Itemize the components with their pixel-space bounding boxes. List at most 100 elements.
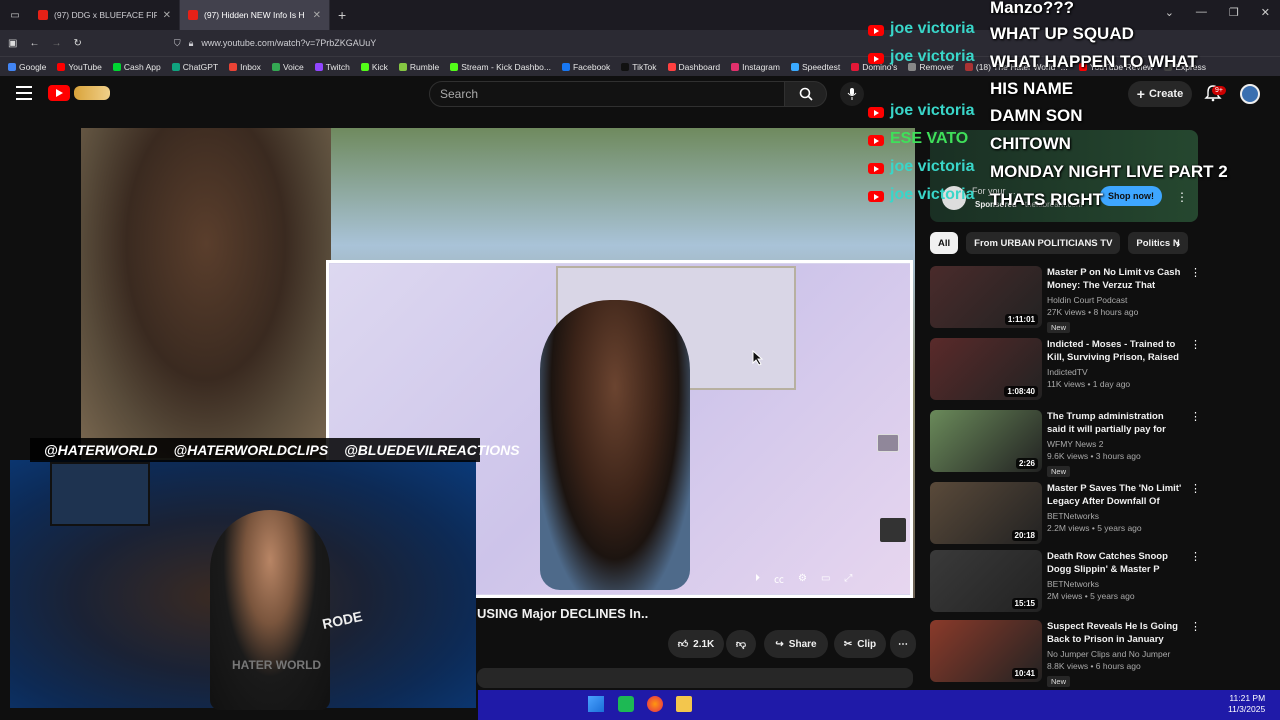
channel-name[interactable]: Holdin Court Podcast bbox=[1047, 295, 1185, 305]
captions-icon[interactable]: ㏄ bbox=[774, 571, 784, 586]
bookmark-item[interactable]: Dashboard bbox=[667, 62, 720, 72]
back-icon[interactable]: ← bbox=[29, 38, 39, 49]
channel-watermark-icon[interactable] bbox=[880, 518, 906, 542]
close-tab-icon[interactable]: ✕ bbox=[163, 10, 171, 21]
video-thumbnail[interactable]: 10:41 bbox=[930, 620, 1042, 682]
video-title[interactable]: Suspect Reveals He Is Going Back to Pris… bbox=[1047, 620, 1185, 646]
windows-start-icon[interactable] bbox=[588, 696, 604, 712]
streamer-image bbox=[210, 510, 330, 710]
bookmark-favicon-icon bbox=[229, 62, 238, 71]
dislike-button[interactable]: 👎︎ bbox=[726, 630, 756, 658]
video-title[interactable]: The Trump administration said it will pa… bbox=[1047, 410, 1185, 436]
url-text[interactable]: www.youtube.com/watch?v=7PrbZKGAUuY bbox=[201, 38, 376, 48]
youtube-chat-icon bbox=[868, 135, 884, 146]
channel-name[interactable]: IndictedTV bbox=[1047, 367, 1185, 377]
file-explorer-icon[interactable] bbox=[676, 696, 692, 712]
video-meta: 27K views • 8 hours ago bbox=[1047, 307, 1139, 317]
settings-gear-icon[interactable]: ⚙ bbox=[798, 573, 807, 584]
filter-chip[interactable]: From URBAN POLITICIANS TV bbox=[966, 232, 1121, 254]
recommended-video[interactable]: 20:18 Master P Saves The 'No Limit' Lega… bbox=[930, 482, 1201, 546]
more-options-icon[interactable]: ⋮ bbox=[1190, 266, 1201, 279]
hamburger-menu-icon[interactable] bbox=[16, 86, 32, 100]
bookmark-item[interactable]: Google bbox=[8, 62, 46, 72]
forward-icon[interactable]: → bbox=[51, 38, 61, 49]
bookmark-item[interactable]: Kick bbox=[360, 61, 388, 72]
recommended-video[interactable]: 1:11:01 Master P on No Limit vs Cash Mon… bbox=[930, 266, 1201, 333]
bookmark-item[interactable]: ChatGPT bbox=[171, 61, 219, 72]
bookmark-favicon-icon bbox=[314, 62, 323, 71]
recommended-video[interactable]: 15:15 Death Row Catches Snoop Dogg Slipp… bbox=[930, 550, 1201, 614]
theater-mode-icon[interactable]: ▭ bbox=[821, 573, 830, 584]
chevron-right-icon[interactable]: › bbox=[1176, 236, 1180, 251]
chat-message: joe victoria THATS RIGHT bbox=[868, 186, 1103, 213]
close-tab-icon[interactable]: ✕ bbox=[313, 10, 321, 21]
more-options-icon[interactable]: ⋮ bbox=[1190, 620, 1201, 633]
video-info: Suspect Reveals He Is Going Back to Pris… bbox=[1047, 620, 1185, 689]
channel-name[interactable]: WFMY News 2 bbox=[1047, 439, 1185, 449]
bookmark-item[interactable]: Facebook bbox=[561, 62, 610, 72]
more-actions-button[interactable]: ⋯ bbox=[890, 630, 916, 658]
video-title[interactable]: Master P Saves The 'No Limit' Legacy Aft… bbox=[1047, 482, 1185, 508]
more-options-icon[interactable]: ⋮ bbox=[1190, 482, 1201, 495]
autoplay-toggle-icon[interactable]: ⏵ bbox=[755, 573, 760, 584]
tab-list-icon[interactable]: ▭ bbox=[0, 10, 30, 21]
bookmark-item[interactable]: Rumble bbox=[398, 62, 439, 72]
bookmark-item[interactable]: Twitch bbox=[314, 62, 350, 72]
channel-name[interactable]: BETNetworks bbox=[1047, 579, 1185, 589]
video-thumbnail[interactable]: 15:15 bbox=[930, 550, 1042, 612]
new-tab-button[interactable]: + bbox=[338, 7, 346, 23]
doodle-logo[interactable] bbox=[74, 86, 110, 100]
share-button[interactable]: ↪ Share bbox=[764, 630, 828, 658]
bookmark-item[interactable]: Inbox bbox=[229, 62, 261, 72]
search-input[interactable]: Search bbox=[429, 81, 785, 107]
bookmark-item[interactable]: Stream - Kick Dashbo... bbox=[450, 62, 551, 72]
bookmark-label: ChatGPT bbox=[182, 61, 219, 72]
app-icon[interactable] bbox=[618, 696, 634, 712]
bookmark-favicon-icon bbox=[360, 62, 369, 71]
more-options-icon[interactable]: ⋮ bbox=[1190, 338, 1201, 351]
channel-name[interactable]: No Jumper Clips and No Jumper bbox=[1047, 649, 1185, 659]
search-button[interactable] bbox=[785, 81, 827, 107]
tab-2[interactable]: (97) Hidden NEW Info Is H ✕ bbox=[180, 0, 330, 30]
recommended-video[interactable]: 10:41 Suspect Reveals He Is Going Back t… bbox=[930, 620, 1201, 687]
video-meta: 11K views • 1 day ago bbox=[1047, 379, 1131, 389]
bookmark-item[interactable]: TikTok bbox=[621, 62, 657, 72]
video-thumbnail[interactable]: 2:26 bbox=[930, 410, 1042, 472]
bookmark-item[interactable]: Instagram bbox=[731, 62, 780, 72]
like-button[interactable]: 👍︎ 2.1K bbox=[668, 630, 724, 658]
video-thumbnail[interactable]: 1:11:01 bbox=[930, 266, 1042, 328]
video-title[interactable]: Master P on No Limit vs Cash Money: The … bbox=[1047, 266, 1185, 292]
recommended-video[interactable]: 2:26 The Trump administration said it wi… bbox=[930, 410, 1201, 477]
more-options-icon[interactable]: ⋮ bbox=[1190, 550, 1201, 563]
bookmark-item[interactable]: Voice bbox=[271, 62, 304, 72]
bookmark-item[interactable]: Cash App bbox=[112, 62, 161, 72]
video-thumbnail[interactable]: 20:18 bbox=[930, 482, 1042, 544]
bookmark-favicon-icon bbox=[790, 62, 799, 71]
channel-name[interactable]: BETNetworks bbox=[1047, 511, 1185, 521]
sidebar-toggle-icon[interactable]: ▣ bbox=[8, 38, 17, 49]
bookmark-item[interactable]: Speedtest bbox=[790, 62, 840, 72]
filter-chip[interactable]: All bbox=[930, 232, 959, 254]
video-title[interactable]: Indicted - Moses - Trained to Kill, Surv… bbox=[1047, 338, 1185, 364]
more-options-icon[interactable]: ⋮ bbox=[1190, 410, 1201, 423]
miniplayer-icon[interactable] bbox=[877, 434, 899, 452]
fullscreen-icon[interactable]: ⤢ bbox=[844, 573, 852, 584]
chat-message: joe victoria DAMN SON bbox=[868, 102, 1083, 129]
description-box[interactable] bbox=[477, 668, 913, 688]
thumbs-up-icon: 👍︎ bbox=[677, 639, 689, 650]
address-bar[interactable]: ⛉ 🔒︎ www.youtube.com/watch?v=7PrbZKGAUuY bbox=[174, 33, 794, 53]
reload-icon[interactable]: ↻ bbox=[73, 38, 81, 49]
firefox-icon[interactable] bbox=[647, 696, 663, 712]
bookmark-item[interactable]: YouTube bbox=[57, 62, 102, 72]
recommended-video[interactable]: 1:08:40 Indicted - Moses - Trained to Ki… bbox=[930, 338, 1201, 402]
tab-1[interactable]: (97) DDG x BLUEFACE FIRST DA ✕ bbox=[30, 0, 180, 30]
youtube-logo[interactable] bbox=[48, 85, 70, 101]
clip-button[interactable]: ✂ Clip bbox=[834, 630, 886, 658]
video-title[interactable]: Death Row Catches Snoop Dogg Slippin' & … bbox=[1047, 550, 1185, 576]
video-thumbnail[interactable]: 1:08:40 bbox=[930, 338, 1042, 400]
video-duration: 2:26 bbox=[1015, 458, 1038, 469]
chat-username: joe victoria bbox=[890, 102, 975, 119]
voice-search-button[interactable] bbox=[840, 82, 864, 106]
youtube-chat-icon bbox=[868, 163, 884, 174]
bookmark-label: Kick bbox=[371, 61, 388, 72]
